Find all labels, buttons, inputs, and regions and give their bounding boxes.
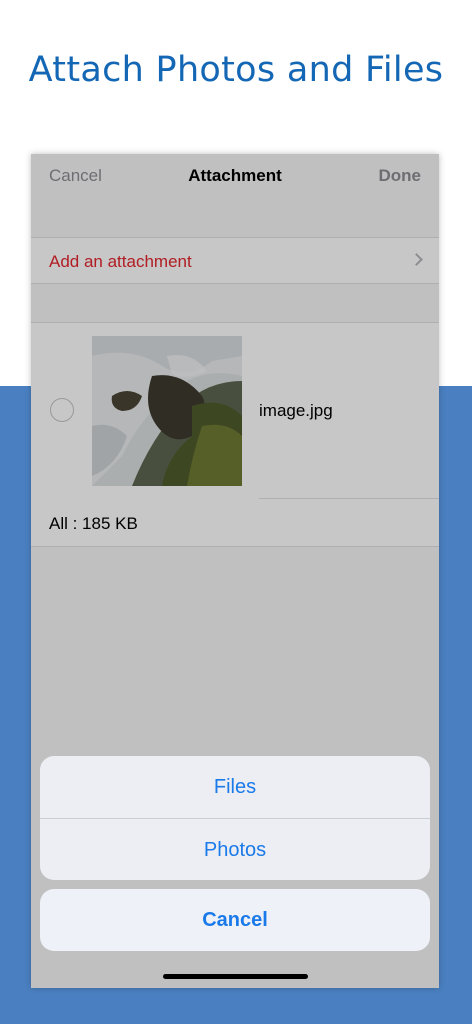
action-sheet-cancel-button[interactable]: Cancel bbox=[40, 889, 430, 951]
action-sheet: Files Photos bbox=[40, 756, 430, 880]
page-headline: Attach Photos and Files bbox=[28, 50, 444, 90]
phone-screen: Cancel Attachment Done Add an attachment… bbox=[31, 154, 439, 988]
home-indicator[interactable] bbox=[163, 974, 308, 979]
files-option-button[interactable]: Files bbox=[40, 756, 430, 818]
photos-option-button[interactable]: Photos bbox=[40, 819, 430, 880]
